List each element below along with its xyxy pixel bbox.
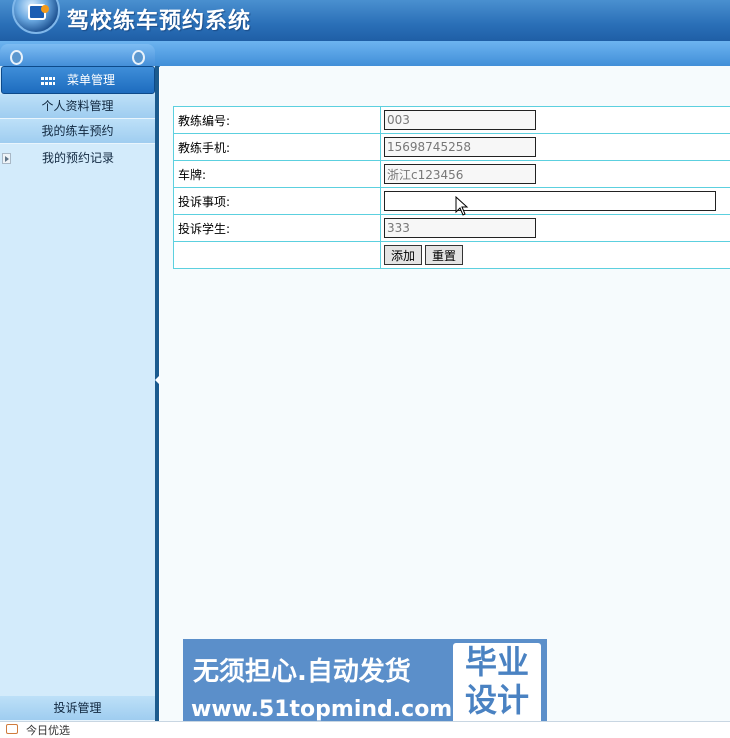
complaint-matter-input[interactable] [384,191,716,211]
app-header: 驾校练车预约系统 [0,0,730,41]
watermark-banner: 无须担心.自动发货 www.51topmind.com 毕业 设计 [183,639,547,730]
form-row: 车牌: [174,161,730,188]
menu-grid-icon [41,77,55,85]
footer-icon [6,724,18,734]
app-title: 驾校练车预约系统 [67,3,251,35]
binder-ring-icon [10,50,23,65]
sidebar-item-complaints[interactable]: 投诉管理 [0,696,155,721]
sidebar-item-profile[interactable]: 个人资料管理 [0,94,155,119]
footer-label[interactable]: 今日优选 [26,724,70,738]
sidebar-subitem-booking-records[interactable]: 我的预约记录 [0,146,155,170]
sidebar-item-label: 个人资料管理 [41,99,113,113]
form-row: 教练编号: [174,107,730,134]
mouse-cursor-icon [455,196,469,218]
sidebar-item-my-bookings[interactable]: 我的练车预约 [0,119,155,144]
sidebar: 菜单管理 个人资料管理 我的练车预约 我的预约记录 投诉管理 [0,66,159,722]
coach-phone-field[interactable] [384,137,536,157]
logo-dot-icon [41,5,49,13]
coach-id-field[interactable] [384,110,536,130]
badge-line: 设计 [453,681,541,719]
sidebar-item-label: 我的练车预约 [41,124,113,138]
form-row: 教练手机: [174,134,730,161]
footer-strip: 今日优选 [0,721,730,733]
sidebar-item-label: 投诉管理 [53,701,101,715]
form-row: 投诉学生: [174,215,730,242]
banner-badge: 毕业 设计 [453,643,541,727]
menu-title[interactable]: 菜单管理 [1,66,155,94]
field-label: 教练手机: [174,134,381,161]
arrow-right-icon [2,153,11,164]
field-label: 车牌: [174,161,381,188]
field-label: 投诉事项: [174,188,381,215]
main-content: 教练编号: 教练手机: 车牌: 投诉事项: 投诉学生: 添加重置 [160,66,730,721]
sidebar-subitem-label: 我的预约记录 [42,146,114,170]
badge-line: 毕业 [453,643,541,681]
plate-field[interactable] [384,164,536,184]
form-row: 添加重置 [174,242,730,269]
menu-title-label: 菜单管理 [67,73,115,87]
field-label: 教练编号: [174,107,381,134]
reset-button[interactable]: 重置 [425,245,463,265]
form-row: 投诉事项: [174,188,730,215]
complaint-student-field[interactable] [384,218,536,238]
banner-slogan: 无须担心.自动发货 [193,651,411,688]
complaint-form: 教练编号: 教练手机: 车牌: 投诉事项: 投诉学生: 添加重置 [173,106,730,269]
binder-ring-icon [132,50,145,65]
add-button[interactable]: 添加 [384,245,422,265]
banner-url: www.51topmind.com [191,697,452,722]
field-label: 投诉学生: [174,215,381,242]
